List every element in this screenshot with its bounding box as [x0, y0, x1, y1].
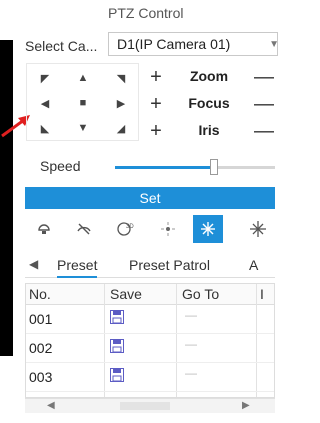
goto-placeholder: — [185, 337, 197, 351]
speed-label: Speed [40, 158, 81, 174]
video-preview-edge [0, 40, 13, 356]
up-right-button[interactable]: ◥ [103, 66, 139, 90]
up-button[interactable]: ▲ [65, 66, 101, 90]
crosshair-icon[interactable] [243, 215, 273, 243]
down-button[interactable]: ▼ [65, 116, 101, 140]
save-icon[interactable] [110, 339, 124, 358]
3d-zoom-icon[interactable]: 3D [111, 215, 141, 243]
focus-label: Focus [188, 95, 230, 111]
header-i: I [260, 286, 264, 302]
save-icon[interactable] [110, 368, 124, 387]
panel-title: PTZ Control [108, 5, 184, 21]
iris-control: + Iris — [140, 118, 280, 144]
focus-out-button[interactable]: — [250, 91, 278, 117]
light-icon[interactable] [29, 215, 59, 243]
header-no: No. [29, 286, 51, 302]
ir-icon[interactable] [153, 215, 183, 243]
focus-in-button[interactable]: + [142, 91, 170, 117]
header-goto: Go To [182, 286, 220, 302]
select-camera-label: Select Ca... [25, 38, 98, 54]
goto-placeholder: — [185, 366, 197, 380]
header-save: Save [110, 286, 142, 302]
ptz-function-toolbar: 3D [25, 215, 275, 243]
iris-open-button[interactable]: + [142, 118, 170, 144]
ptz-direction-pad: ◤ ▲ ◥ ◀ ■ ▶ ◣ ▼ ◢ [26, 63, 139, 141]
speed-slider[interactable] [115, 159, 275, 175]
preset-table: No. Save Go To I 001 — 002 — 003 — 004 — [25, 283, 275, 398]
scrollbar-thumb[interactable] [120, 402, 170, 410]
preset-number: 002 [29, 340, 53, 356]
left-button[interactable]: ◀ [27, 91, 63, 115]
up-left-button[interactable]: ◤ [27, 66, 63, 90]
camera-select[interactable]: D1(IP Camera 01) ▼ [108, 32, 279, 56]
right-button[interactable]: ▶ [103, 91, 139, 115]
table-row[interactable]: 001 — [26, 305, 274, 334]
iris-close-button[interactable]: — [250, 118, 278, 144]
table-row[interactable]: 003 — [26, 363, 274, 392]
camera-select-value: D1(IP Camera 01) [117, 36, 231, 52]
tab-prev-arrow[interactable]: ◀ [29, 257, 38, 271]
preset-number: 001 [29, 311, 53, 327]
zoom-label: Zoom [189, 68, 229, 84]
goto-placeholder: — [185, 308, 197, 322]
preset-tabs: ◀ Preset Preset Patrol A [25, 253, 275, 278]
iris-label: Iris [198, 122, 220, 138]
scroll-right-arrow[interactable]: ▶ [242, 400, 250, 411]
svg-text:3D: 3D [126, 224, 134, 230]
save-icon[interactable] [110, 310, 124, 329]
down-right-button[interactable]: ◢ [103, 116, 139, 140]
snowflake-icon[interactable] [193, 215, 223, 243]
set-button[interactable]: Set [25, 187, 275, 209]
zoom-control: + Zoom — [140, 64, 280, 90]
wiper-off-icon[interactable] [69, 215, 99, 243]
stop-button[interactable]: ■ [65, 91, 101, 115]
tab-preset[interactable]: Preset [57, 257, 98, 278]
speed-slider-handle[interactable] [210, 159, 219, 175]
speed-slider-fill [115, 166, 215, 169]
scroll-left-arrow[interactable]: ◀ [47, 400, 55, 411]
zoom-in-button[interactable]: + [142, 64, 170, 90]
chevron-down-icon: ▼ [269, 39, 279, 50]
horizontal-scrollbar[interactable]: ◀ ▶ [25, 398, 275, 413]
down-left-button[interactable]: ◣ [27, 116, 63, 140]
zoom-out-button[interactable]: — [250, 64, 278, 90]
table-row[interactable]: 002 — [26, 334, 274, 363]
preset-number: 003 [29, 369, 53, 385]
tab-a[interactable]: A [249, 257, 258, 273]
table-header: No. Save Go To I [26, 284, 274, 305]
tab-preset-patrol[interactable]: Preset Patrol [129, 257, 210, 273]
focus-control: + Focus — [140, 91, 280, 117]
